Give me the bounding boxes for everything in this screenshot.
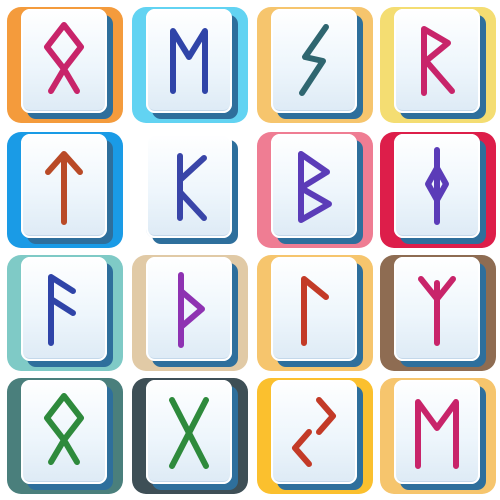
tile-face <box>394 9 480 113</box>
rune-tile[interactable] <box>130 5 250 125</box>
tile-face <box>146 380 232 484</box>
rune-tile[interactable] <box>378 376 498 496</box>
rune-tile[interactable] <box>255 253 375 373</box>
rune-tile[interactable] <box>5 253 125 373</box>
tile-face <box>21 257 107 361</box>
tile-face <box>146 9 232 113</box>
rune-tile[interactable] <box>130 376 250 496</box>
rune-tile[interactable] <box>130 130 250 250</box>
rune-tile[interactable] <box>130 253 250 373</box>
jera-rune-icon <box>292 397 336 467</box>
rune-tile[interactable] <box>5 376 125 496</box>
othala-rune-icon <box>44 393 84 465</box>
laguz-rune-icon <box>301 276 329 346</box>
gebo-rune-icon <box>169 397 209 469</box>
ingwaz-rune-icon <box>425 147 449 225</box>
ansuz-rune-icon <box>48 274 76 346</box>
raidho-rune-icon <box>421 26 455 96</box>
ehwaz-rune-icon <box>170 28 208 94</box>
rune-tile[interactable] <box>255 5 375 125</box>
tile-face <box>146 257 232 361</box>
tiwaz-rune-icon <box>45 151 83 225</box>
tile-face <box>21 380 107 484</box>
algiz-rune-icon <box>418 276 456 346</box>
tile-face <box>146 134 232 238</box>
mannaz-rune-icon <box>415 399 459 469</box>
rune-tile[interactable] <box>378 130 498 250</box>
othala-rune-icon <box>44 22 84 94</box>
berkano-rune-icon <box>298 151 332 223</box>
tile-face <box>271 9 357 113</box>
tile-face <box>21 9 107 113</box>
rune-tile[interactable] <box>5 5 125 125</box>
perthro-rune-icon <box>177 153 207 221</box>
sowilo-rune-icon <box>299 24 329 96</box>
tile-face <box>271 380 357 484</box>
tile-face <box>394 134 480 238</box>
tile-face <box>394 380 480 484</box>
tile-face <box>394 257 480 361</box>
rune-tile[interactable] <box>5 130 125 250</box>
rune-tile[interactable] <box>255 376 375 496</box>
tile-face <box>21 134 107 238</box>
rune-tile[interactable] <box>378 5 498 125</box>
thurisaz-rune-icon <box>178 272 205 348</box>
rune-tile[interactable] <box>255 130 375 250</box>
rune-tile[interactable] <box>378 253 498 373</box>
rune-tile-board <box>0 0 500 500</box>
tile-face <box>271 134 357 238</box>
tile-face <box>271 257 357 361</box>
